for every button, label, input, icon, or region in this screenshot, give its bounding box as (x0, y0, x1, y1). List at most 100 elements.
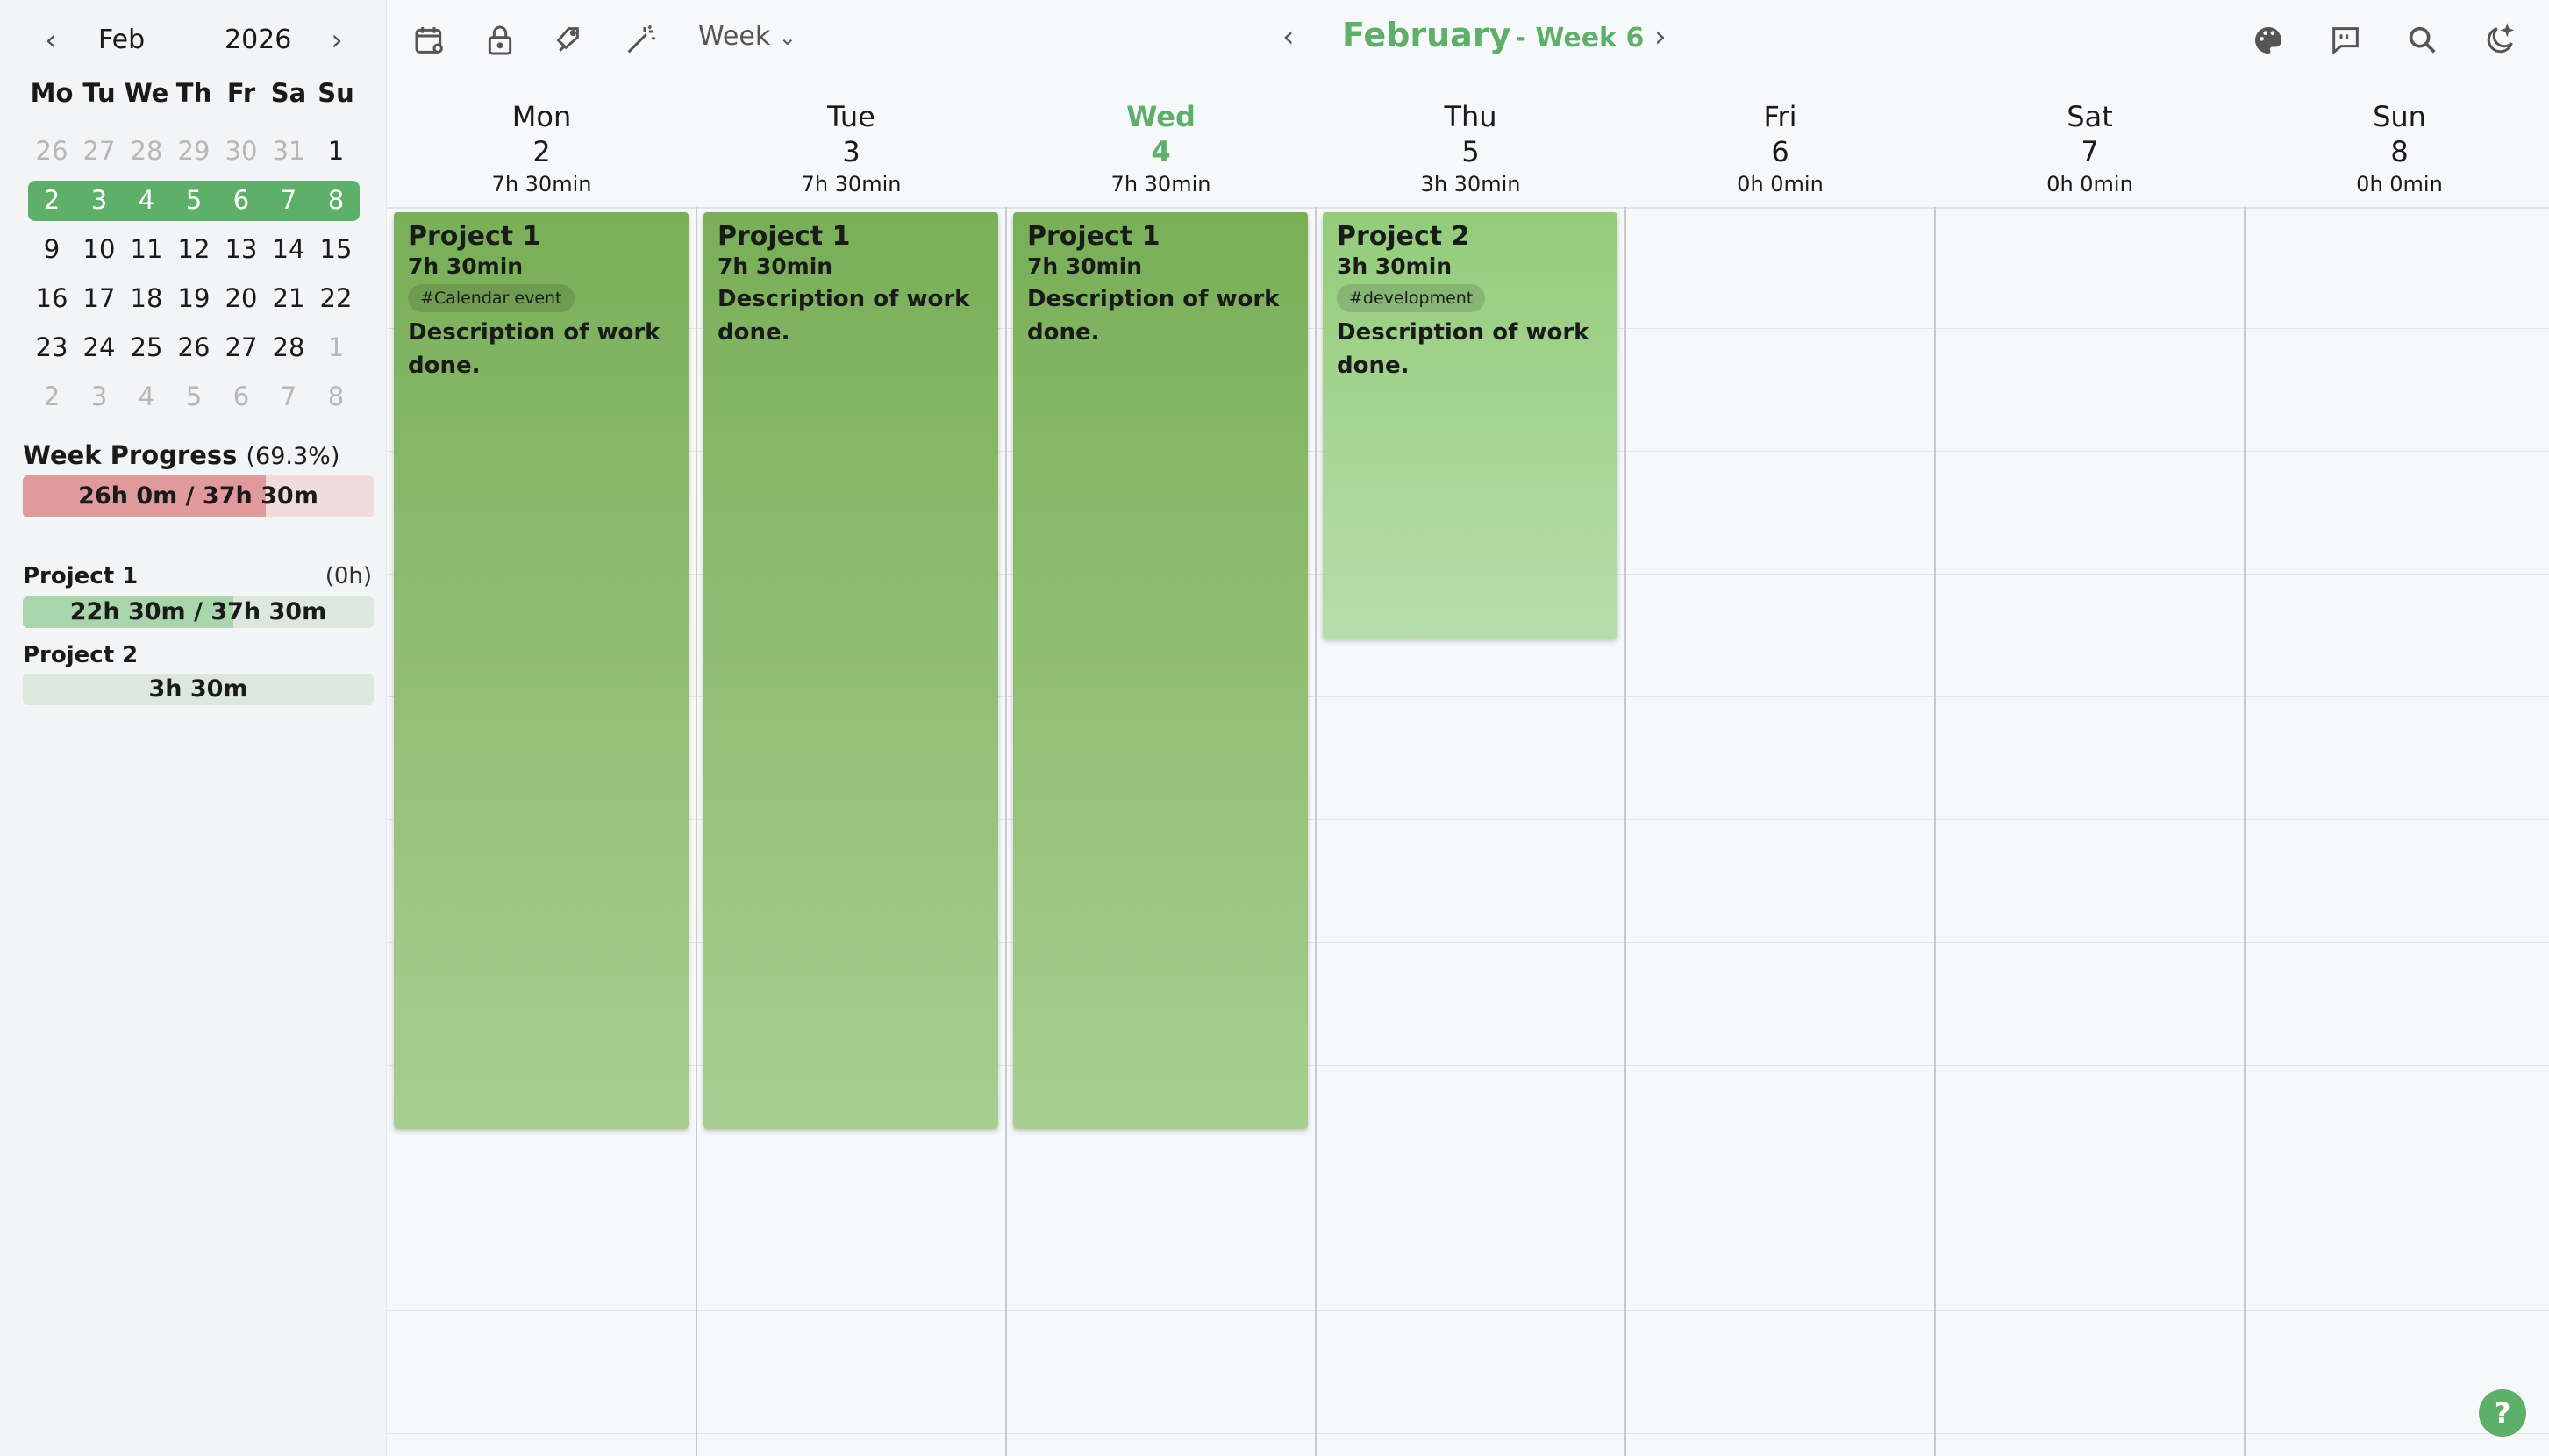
calendar-event[interactable]: Project 2 3h 30min #development Descript… (1323, 212, 1617, 639)
mini-day[interactable]: 5 (170, 185, 218, 215)
day-name: Fri (1763, 100, 1797, 133)
mini-day[interactable]: 1 (312, 136, 360, 166)
mini-day[interactable]: 21 (265, 283, 312, 313)
mini-day[interactable]: 3 (75, 185, 123, 215)
day-name: Sat (2067, 100, 2113, 133)
mini-day[interactable]: 4 (123, 382, 170, 411)
weekday-label: Fr (226, 78, 256, 108)
calendar-event[interactable]: Project 1 7h 30min #Calendar event Descr… (394, 212, 689, 1129)
mini-day[interactable]: 27 (218, 332, 265, 362)
week-progress-value: 26h 0m / 37h 30m (78, 482, 318, 510)
mini-weekday-row: Mo Tu We Th Fr Sa Su (28, 68, 360, 118)
search-icon[interactable] (2405, 23, 2440, 58)
day-header-fri[interactable]: Fri 6 0h 0min (1625, 100, 1935, 196)
mini-day[interactable]: 22 (312, 283, 360, 313)
weekday-label: Sa (270, 78, 307, 108)
mini-day[interactable]: 17 (75, 283, 123, 313)
mini-day[interactable]: 7 (265, 382, 312, 411)
day-name: Tue (827, 100, 875, 133)
event-tag[interactable]: #Calendar event (408, 284, 575, 312)
mini-day[interactable]: 13 (218, 234, 265, 264)
mini-day[interactable]: 8 (312, 382, 360, 411)
mini-week-row-selected[interactable]: 2 3 4 5 6 7 8 (28, 175, 360, 225)
event-duration: 7h 30min (408, 253, 524, 279)
event-description: Description of work done. (408, 319, 660, 379)
mini-week-row[interactable]: 9 10 11 12 13 14 15 (28, 225, 360, 274)
mini-week-row[interactable]: 23 24 25 26 27 28 1 (28, 323, 360, 372)
mini-year-label[interactable]: 2026 (225, 25, 291, 55)
mini-day[interactable]: 25 (123, 332, 170, 362)
mini-day[interactable]: 30 (218, 136, 265, 166)
mini-day[interactable]: 3 (75, 382, 123, 411)
event-tag[interactable]: #development (1337, 284, 1486, 312)
tags-icon[interactable] (553, 23, 588, 58)
next-week-button[interactable]: › (1654, 19, 1667, 54)
project-1-side-value: (0h) (325, 563, 372, 589)
mini-day[interactable]: 4 (123, 185, 170, 215)
mini-day[interactable]: 14 (265, 234, 312, 264)
week-progress-label: Week Progress (23, 440, 238, 470)
mini-day[interactable]: 24 (75, 332, 123, 362)
day-header-sun[interactable]: Sun 8 0h 0min (2245, 100, 2549, 196)
event-title: Project 1 (408, 221, 541, 252)
mini-prev-month-button[interactable]: ‹ (33, 23, 68, 58)
dark-mode-icon[interactable] (2482, 23, 2517, 58)
mini-day[interactable]: 2 (28, 185, 75, 215)
mini-day[interactable]: 1 (312, 332, 360, 362)
mini-day[interactable]: 2 (28, 382, 75, 411)
mini-day[interactable]: 29 (170, 136, 218, 166)
event-title: Project 1 (718, 221, 851, 252)
week-progress-percent: (69.3%) (246, 443, 340, 470)
mini-month-label[interactable]: Feb (98, 25, 145, 55)
mini-day[interactable]: 20 (218, 283, 265, 313)
mini-day[interactable]: 9 (28, 234, 75, 264)
calendar-event[interactable]: Project 1 7h 30min Description of work d… (703, 212, 998, 1129)
mini-next-month-button[interactable]: › (319, 23, 354, 58)
mini-day[interactable]: 10 (75, 234, 123, 264)
mini-day[interactable]: 8 (312, 185, 360, 215)
day-header-sat[interactable]: Sat 7 0h 0min (1935, 100, 2245, 196)
mini-day[interactable]: 6 (218, 185, 265, 215)
mini-day[interactable]: 28 (123, 136, 170, 166)
mini-week-row[interactable]: 2 3 4 5 6 7 8 (28, 372, 360, 421)
help-button[interactable]: ? (2479, 1389, 2526, 1437)
mini-day[interactable]: 26 (28, 136, 75, 166)
calendar-event[interactable]: Project 1 7h 30min Description of work d… (1013, 212, 1308, 1129)
mini-week-row[interactable]: 16 17 18 19 20 21 22 (28, 274, 360, 323)
sidebar: ‹ Feb 2026 › Mo Tu We Th Fr Sa Su 26 27 … (0, 0, 387, 1456)
mini-day[interactable]: 7 (265, 185, 312, 215)
mini-day[interactable]: 26 (170, 332, 218, 362)
event-duration: 7h 30min (718, 253, 833, 279)
weekday-label: Su (318, 78, 354, 108)
grid-day-divider (1934, 207, 1936, 1456)
day-hours: 7h 30min (491, 172, 592, 196)
mini-week-row[interactable]: 26 27 28 29 30 31 1 (28, 126, 360, 175)
day-header-wed[interactable]: Wed 4 7h 30min (1006, 100, 1316, 196)
magic-wand-icon[interactable] (623, 23, 658, 58)
mini-day[interactable]: 19 (170, 283, 218, 313)
calendar-settings-icon[interactable] (412, 23, 447, 58)
mini-day[interactable]: 6 (218, 382, 265, 411)
mini-calendar-grid: Mo Tu We Th Fr Sa Su 26 27 28 29 30 31 1… (28, 68, 360, 421)
grid-day-divider (2244, 207, 2246, 1456)
mini-day[interactable]: 11 (123, 234, 170, 264)
view-select[interactable]: Week ⌄ (698, 21, 796, 52)
mini-day[interactable]: 23 (28, 332, 75, 362)
mini-day[interactable]: 18 (123, 283, 170, 313)
mini-day[interactable]: 27 (75, 136, 123, 166)
mini-day[interactable]: 5 (170, 382, 218, 411)
lock-icon[interactable] (482, 23, 518, 58)
mini-day[interactable]: 15 (312, 234, 360, 264)
week-progress-bar: 26h 0m / 37h 30m (23, 475, 374, 517)
palette-icon[interactable] (2251, 23, 2286, 58)
day-header-tue[interactable]: Tue 3 7h 30min (696, 100, 1006, 196)
mini-day[interactable]: 28 (265, 332, 312, 362)
mini-day[interactable]: 12 (170, 234, 218, 264)
feedback-icon[interactable] (2328, 23, 2363, 58)
chevron-down-icon: ⌄ (778, 25, 796, 50)
day-header-mon[interactable]: Mon 2 7h 30min (387, 100, 696, 196)
mini-day[interactable]: 16 (28, 283, 75, 313)
prev-week-button[interactable]: ‹ (1282, 19, 1295, 54)
day-header-thu[interactable]: Thu 5 3h 30min (1316, 100, 1625, 196)
mini-day[interactable]: 31 (265, 136, 312, 166)
